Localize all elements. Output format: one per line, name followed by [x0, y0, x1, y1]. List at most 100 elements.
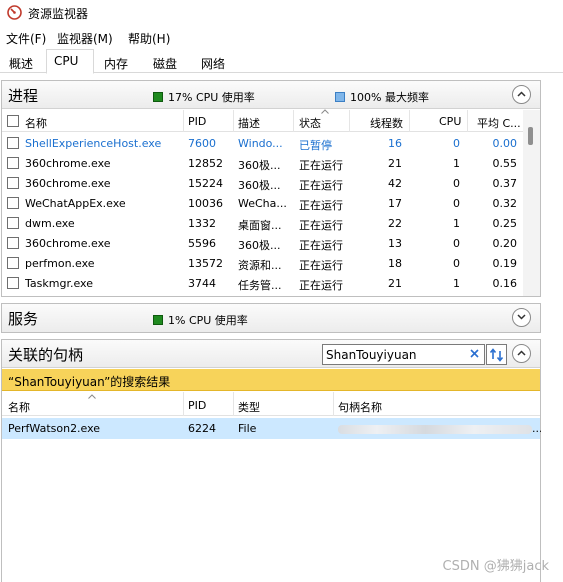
- window-title: 资源监视器: [28, 7, 89, 21]
- cell-threads: 42: [388, 177, 402, 190]
- tab-strip: 概述 CPU 内存 磁盘 网络: [0, 49, 563, 74]
- processes-title: 进程: [8, 87, 39, 105]
- cell-status: 正在运行: [299, 219, 343, 232]
- cell-desc: 资源和...: [238, 259, 282, 272]
- cell-name: 360chrome.exe: [25, 157, 111, 170]
- table-row[interactable]: 360chrome.exe 15224 360极... 正在运行 42 0 0.37: [2, 174, 522, 194]
- cell-desc: 360极...: [238, 239, 281, 252]
- sort-ascending-icon: [88, 394, 96, 399]
- services-expand-button[interactable]: [512, 308, 531, 327]
- menu-file[interactable]: 文件(F): [6, 30, 46, 47]
- watermark: CSDN @狒狒jack: [442, 559, 549, 574]
- processes-scrollbar-thumb[interactable]: [528, 127, 533, 145]
- title-bar: 资源监视器: [0, 0, 563, 26]
- cell-avg: 0.37: [492, 177, 518, 190]
- green-swatch-icon: [153, 92, 163, 102]
- row-checkbox[interactable]: [7, 177, 19, 189]
- select-all-checkbox[interactable]: [7, 115, 19, 127]
- window-scrollbar[interactable]: [541, 75, 563, 582]
- cell-threads: 13: [388, 237, 402, 250]
- handle-pid: 6224: [188, 422, 216, 435]
- handles-panel: 关联的句柄 ShanTouyiyuan “ShanTouyiyuan”的搜索结果…: [1, 339, 543, 582]
- column-divider[interactable]: [349, 110, 350, 132]
- row-checkbox[interactable]: [7, 137, 19, 149]
- cell-cpu: 1: [453, 277, 460, 290]
- tab-network[interactable]: 网络: [193, 52, 233, 73]
- handles-collapse-button[interactable]: [512, 344, 531, 363]
- processes-column-header: 名称 PID 描述 状态 线程数 CPU 平均 C...: [2, 109, 540, 132]
- cell-status: 正在运行: [299, 159, 343, 172]
- table-row[interactable]: ShellExperienceHost.exe 7600 Windo... 已暂停 16…: [2, 134, 522, 154]
- cell-cpu: 0: [453, 237, 460, 250]
- cell-pid: 3744: [188, 277, 216, 290]
- cell-name: perfmon.exe: [25, 257, 95, 270]
- tab-disk[interactable]: 磁盘: [145, 52, 185, 73]
- row-checkbox[interactable]: [7, 257, 19, 269]
- table-row[interactable]: 360chrome.exe 12852 360极... 正在运行 21 1 0.55: [2, 154, 522, 174]
- cell-pid: 12852: [188, 157, 223, 170]
- search-results-label: “ShanTouyiyuan”的搜索结果: [8, 375, 171, 389]
- tab-overview[interactable]: 概述: [1, 52, 41, 73]
- column-divider[interactable]: [233, 392, 234, 416]
- cell-status: 正在运行: [299, 239, 343, 252]
- col-name[interactable]: 名称: [25, 115, 47, 131]
- column-divider[interactable]: [467, 110, 468, 132]
- tab-cpu[interactable]: CPU: [46, 49, 94, 74]
- menu-monitor[interactable]: 监视器(M): [57, 30, 113, 47]
- col-average-cpu[interactable]: 平均 C...: [477, 115, 521, 131]
- col-handle-pid[interactable]: PID: [188, 399, 206, 412]
- col-cpu[interactable]: CPU: [439, 115, 461, 128]
- cell-cpu: 1: [453, 217, 460, 230]
- column-divider[interactable]: [333, 392, 334, 416]
- cell-desc: 桌面窗...: [238, 219, 282, 232]
- table-row[interactable]: Taskmgr.exe 3744 任务管... 正在运行 21 1 0.16: [2, 274, 522, 294]
- search-refresh-button[interactable]: [486, 344, 507, 365]
- table-row[interactable]: WeChatAppEx.exe 10036 WeCha... 正在运行 17 0 0.32: [2, 194, 522, 214]
- col-status[interactable]: 状态: [299, 109, 329, 131]
- menu-help[interactable]: 帮助(H): [128, 30, 170, 47]
- clear-search-icon[interactable]: [469, 348, 480, 359]
- column-divider[interactable]: [293, 110, 294, 132]
- row-checkbox[interactable]: [7, 237, 19, 249]
- col-description[interactable]: 描述: [238, 115, 260, 131]
- processes-header[interactable]: 进程 17% CPU 使用率 100% 最大频率: [2, 81, 540, 109]
- cell-cpu: 0: [453, 177, 460, 190]
- blue-swatch-icon: [335, 92, 345, 102]
- processes-collapse-button[interactable]: [512, 85, 531, 104]
- col-handle-type[interactable]: 类型: [238, 399, 260, 415]
- cell-avg: 0.32: [492, 197, 518, 210]
- processes-panel: 进程 17% CPU 使用率 100% 最大频率 名称 PID 描述 状态 线程…: [1, 80, 541, 297]
- cell-desc: 360极...: [238, 179, 281, 192]
- col-handle-name[interactable]: 句柄名称: [338, 399, 382, 415]
- col-pid[interactable]: PID: [188, 115, 206, 128]
- cell-pid: 1332: [188, 217, 216, 230]
- cell-threads: 16: [388, 137, 402, 150]
- column-divider[interactable]: [233, 110, 234, 132]
- column-divider[interactable]: [409, 110, 410, 132]
- cell-pid: 5596: [188, 237, 216, 250]
- row-checkbox[interactable]: [7, 217, 19, 229]
- table-row[interactable]: 360chrome.exe 5596 360极... 正在运行 13 0 0.20: [2, 234, 522, 254]
- processes-scrollbar[interactable]: [523, 110, 540, 296]
- col-handle-process-name[interactable]: 名称: [8, 394, 96, 415]
- handles-column-header: 名称 PID 类型 句柄名称: [2, 392, 540, 416]
- services-header[interactable]: 服务 1% CPU 使用率: [2, 304, 540, 332]
- cell-pid: 13572: [188, 257, 223, 270]
- cell-status: 正在运行: [299, 279, 343, 292]
- cell-status: 正在运行: [299, 199, 343, 212]
- handle-search-input[interactable]: ShanTouyiyuan: [322, 344, 485, 365]
- row-checkbox[interactable]: [7, 197, 19, 209]
- table-row[interactable]: PerfWatson2.exe 6224 File ...: [2, 418, 543, 439]
- table-row[interactable]: perfmon.exe 13572 资源和... 正在运行 18 0 0.19: [2, 254, 522, 274]
- cell-name: 360chrome.exe: [25, 177, 111, 190]
- column-divider[interactable]: [183, 110, 184, 132]
- col-threads[interactable]: 线程数: [370, 115, 403, 131]
- cell-name: WeChatAppEx.exe: [25, 197, 126, 210]
- table-row[interactable]: dwm.exe 1332 桌面窗... 正在运行 22 1 0.25: [2, 214, 522, 234]
- row-checkbox[interactable]: [7, 157, 19, 169]
- col-status-label: 状态: [299, 117, 321, 130]
- tab-memory[interactable]: 内存: [96, 52, 136, 73]
- row-checkbox[interactable]: [7, 277, 19, 289]
- handles-header[interactable]: 关联的句柄 ShanTouyiyuan: [2, 340, 540, 368]
- column-divider[interactable]: [183, 392, 184, 416]
